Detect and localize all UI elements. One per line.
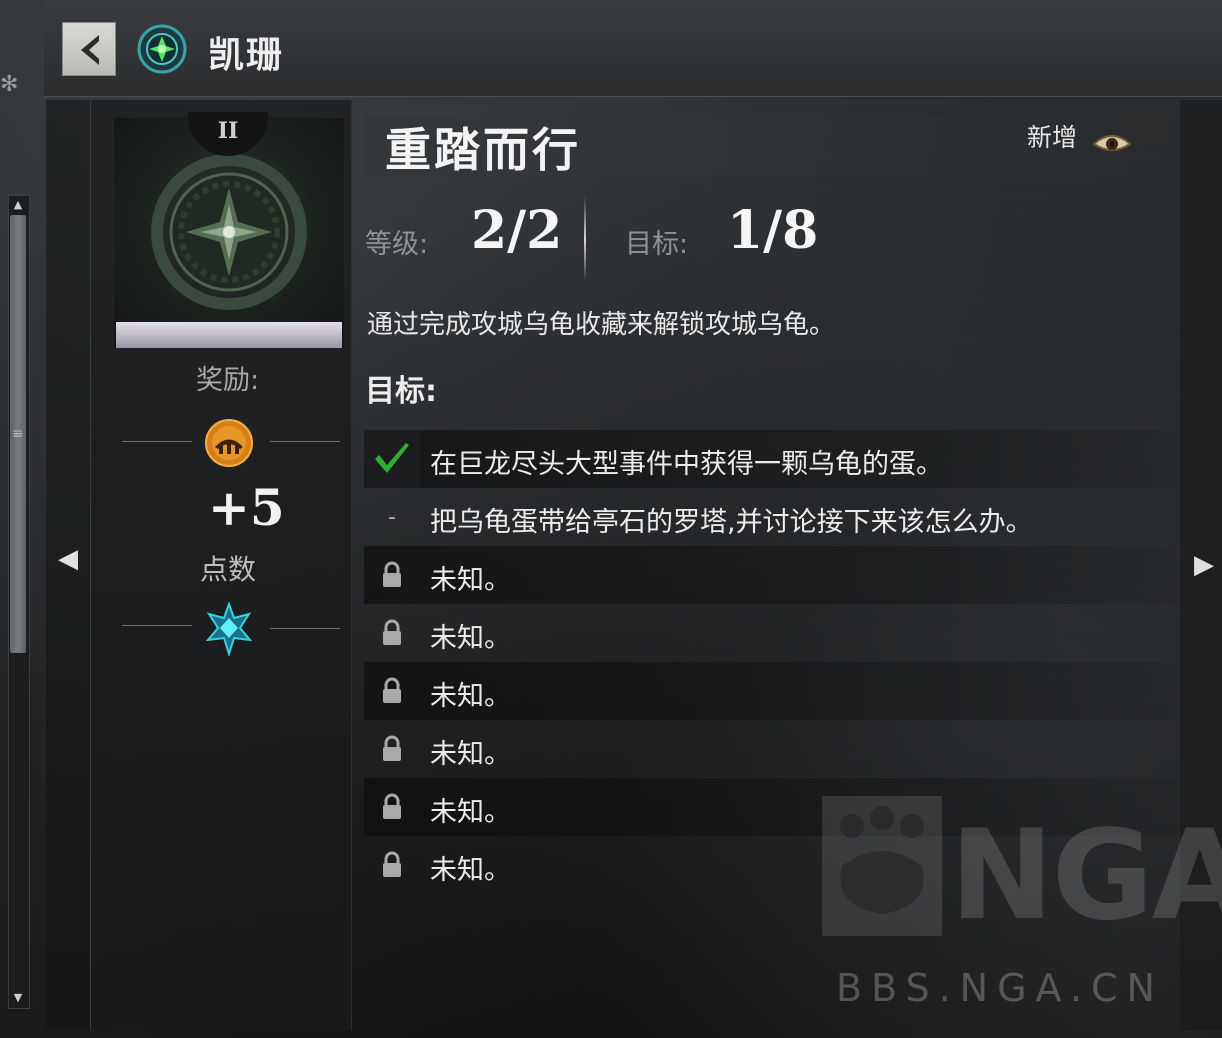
pending-dash-icon: - — [388, 504, 396, 530]
objectives-heading: 目标: — [365, 374, 437, 409]
objective-text: 未知。 — [430, 623, 511, 654]
points-label: 点数 — [200, 553, 257, 586]
objective-row-done: 在巨龙尽头大型事件中获得一颗乌龟的蛋。 — [364, 430, 1176, 488]
previous-arrow-icon[interactable]: ◀ — [58, 544, 78, 574]
level-value: 2/2 — [471, 200, 563, 261]
gem-icon — [205, 602, 253, 656]
back-button[interactable] — [62, 22, 116, 76]
target-label: 目标: — [625, 229, 689, 260]
tier-label: II — [217, 118, 239, 144]
eye-icon[interactable] — [1092, 130, 1132, 156]
lock-icon — [364, 546, 420, 604]
divider — [270, 628, 340, 629]
scroll-grip-icon: ≡ — [12, 426, 24, 442]
scroll-down-icon[interactable]: ▼ — [10, 990, 26, 1006]
achievement-title: 重踏而行 — [385, 123, 581, 177]
objective-row-locked: 未知。 — [364, 720, 1176, 778]
objective-text: 未知。 — [430, 681, 511, 712]
objective-row-locked: 未知。 — [364, 604, 1176, 662]
stat-divider — [584, 196, 586, 282]
objective-row-locked: 未知。 — [364, 662, 1176, 720]
points-value: +5 — [208, 478, 285, 537]
gear-icon: ✻ — [0, 72, 19, 97]
watermark-logo: NGA — [950, 804, 1222, 948]
next-arrow-icon[interactable]: ▶ — [1194, 550, 1214, 580]
guild-name: 凯珊 — [208, 35, 285, 76]
objective-text: 未知。 — [430, 565, 511, 596]
objective-row-locked: 未知。 — [364, 546, 1176, 604]
lock-icon — [364, 604, 420, 662]
achievement-description: 通过完成攻城乌龟收藏来解锁攻城乌龟。 — [367, 310, 836, 340]
back-arrow-icon — [81, 35, 99, 65]
lock-icon — [364, 720, 420, 778]
lock-icon — [364, 778, 420, 836]
new-label: 新增 — [1027, 123, 1078, 152]
watermark-url: BBS.NGA.CN — [836, 966, 1164, 1010]
scroll-up-icon[interactable]: ▲ — [10, 197, 26, 213]
level-label: 等级: — [365, 229, 429, 260]
objective-text: 未知。 — [430, 797, 511, 828]
lock-icon — [364, 836, 420, 894]
objective-text: 把乌龟蛋带给亭石的罗塔,并讨论接下来该怎么办。 — [430, 507, 1033, 538]
objective-text: 在巨龙尽头大型事件中获得一颗乌龟的蛋。 — [430, 449, 943, 480]
gold-coin-icon — [205, 419, 253, 467]
badge-base — [116, 322, 342, 348]
checkmark-icon — [364, 430, 420, 488]
watermark-paw-icon — [822, 796, 942, 936]
divider — [122, 441, 192, 442]
objective-text: 未知。 — [430, 855, 511, 886]
guild-emblem-icon — [137, 24, 187, 74]
divider — [270, 441, 340, 442]
achievement-window: ✻ 凯珊 ▲ ≡ ▼ ◀ ▶ II 奖励: +5 点数 重踏而行 新增 等级: … — [0, 0, 1222, 1038]
objective-text: 未知。 — [430, 739, 511, 770]
target-value: 1/8 — [727, 200, 819, 261]
divider — [122, 625, 192, 626]
objective-row-current: - 把乌龟蛋带给亭石的罗塔,并讨论接下来该怎么办。 — [364, 488, 1176, 546]
reward-label: 奖励: — [196, 365, 260, 396]
lock-icon — [364, 662, 420, 720]
